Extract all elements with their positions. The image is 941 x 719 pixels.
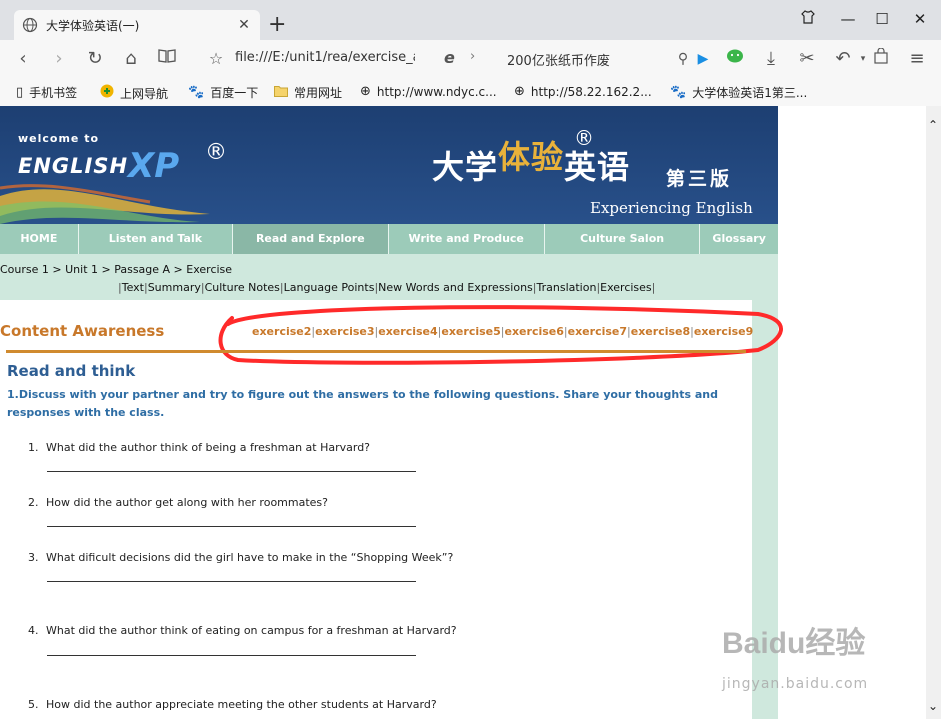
answer-line[interactable]	[47, 471, 416, 472]
answer-line[interactable]	[47, 526, 416, 527]
tab-bar: 大学体验英语(一) ✕ + — ☐ ✕	[0, 0, 941, 40]
maximize-button[interactable]: ☐	[870, 10, 894, 28]
phone-icon: ▯	[16, 85, 24, 100]
reload-icon[interactable]: ↻	[84, 48, 106, 70]
reading-mode-icon[interactable]	[156, 48, 178, 70]
bookmark-item[interactable]: 上网导航	[100, 84, 168, 102]
bookmark-item[interactable]: 🐾 百度一下	[188, 84, 258, 101]
scissors-icon[interactable]: ✂	[796, 48, 818, 70]
subnav-translation[interactable]: Translation	[537, 281, 597, 294]
back-button[interactable]: ‹	[12, 48, 34, 70]
question-item: 4. What did the author think of eating on…	[28, 624, 457, 637]
main-menu: HOME Listen and Talk Read and Explore Wr…	[0, 224, 778, 254]
globe-icon	[22, 17, 38, 33]
wechat-icon[interactable]	[724, 48, 746, 70]
new-tab-button[interactable]: +	[268, 12, 286, 38]
hot-search-text[interactable]: 200亿张纸币作废	[507, 50, 610, 69]
banner-subtitle: Experiencing English	[590, 199, 753, 217]
globe-icon: ⊕	[360, 84, 371, 99]
answer-line[interactable]	[47, 655, 416, 656]
bookmark-item[interactable]: ⊕ http://www.ndyc.c...	[360, 84, 497, 99]
scroll-down-icon[interactable]: ⌄	[928, 699, 938, 713]
shirt-icon[interactable]	[796, 10, 820, 28]
address-bar[interactable]: file:///E:/unit1/rea/exercise_a	[235, 50, 415, 65]
question-item: 1. What did the author think of being a f…	[28, 441, 371, 454]
subnav-language-points[interactable]: Language Points	[284, 281, 375, 294]
baidu-watermark: Baidu经验 jingyan.baidu.com	[722, 618, 867, 692]
instruction-text: 1.Discuss with your partner and try to f…	[7, 388, 718, 419]
download-icon[interactable]: ⤓	[760, 48, 782, 70]
menu-read-and-explore[interactable]: Read and Explore	[233, 224, 389, 254]
bag-icon[interactable]	[870, 47, 892, 70]
bookmark-item[interactable]: 🐾 大学体验英语1第三...	[670, 84, 807, 101]
watermark-logo: Baidu经验	[722, 627, 866, 660]
globe-icon: ⊕	[514, 84, 525, 99]
edition-text: 第三版	[666, 168, 733, 190]
close-window-button[interactable]: ✕	[908, 10, 932, 28]
answer-line[interactable]	[47, 581, 416, 582]
question-item: 5. How did the author appreciate meeting …	[28, 698, 437, 711]
menu-culture-salon[interactable]: Culture Salon	[545, 224, 701, 254]
scroll-up-icon[interactable]: ⌃	[928, 118, 938, 132]
forward-button[interactable]: ›	[48, 48, 70, 70]
subnav-summary[interactable]: Summary	[148, 281, 201, 294]
folder-icon	[274, 85, 288, 101]
read-and-think-heading: Read and think	[7, 362, 136, 380]
close-tab-icon[interactable]: ✕	[236, 17, 252, 33]
paw-icon: 🐾	[188, 85, 205, 100]
swoosh-decoration	[0, 184, 210, 224]
subnav-new-words[interactable]: New Words and Expressions	[378, 281, 533, 294]
bookmark-item[interactable]: 常用网址	[274, 84, 342, 101]
play-icon[interactable]: ▶	[692, 48, 714, 70]
undo-icon[interactable]: ↶	[832, 48, 854, 70]
bookmark-item[interactable]: ⊕ http://58.22.162.2...	[514, 84, 652, 99]
navigation-icon	[100, 84, 114, 102]
menu-listen-and-talk[interactable]: Listen and Talk	[79, 224, 234, 254]
site-banner: welcome to ENGLISH XP ® ® 大学体验英语 第三版 Exp…	[0, 106, 778, 224]
watermark-url: jingyan.baidu.com	[722, 676, 869, 692]
ie-mode-icon[interactable]: e	[444, 48, 455, 67]
divider-line	[6, 350, 746, 353]
home-icon[interactable]: ⌂	[120, 48, 142, 70]
bookmark-item[interactable]: ▯ 手机书签	[16, 84, 77, 101]
chinese-title: 大学体验英语	[432, 138, 631, 186]
subnav-text[interactable]: Text	[122, 281, 144, 294]
subnav-exercises[interactable]: Exercises	[600, 281, 652, 294]
menu-write-and-produce[interactable]: Write and Produce	[389, 224, 545, 254]
question-item: 2. How did the author get along with her …	[28, 496, 328, 509]
welcome-text: welcome to	[18, 132, 100, 145]
navigation-bar: ‹ › ↻ ⌂ ☆ file:///E:/unit1/rea/exercise_…	[0, 40, 941, 78]
browser-tab[interactable]: 大学体验英语(一) ✕	[14, 10, 260, 40]
bookmarks-bar: ▯ 手机书签 上网导航 🐾 百度一下 常用网址 ⊕ http://www.ndy…	[0, 78, 941, 107]
search-icon[interactable]: ⚲	[672, 48, 694, 70]
menu-glossary[interactable]: Glossary	[700, 224, 778, 254]
chevron-right-icon[interactable]: ›	[470, 49, 475, 64]
subnav-culture-notes[interactable]: Culture Notes	[205, 281, 280, 294]
vertical-scrollbar[interactable]: ⌃ ⌄	[926, 106, 941, 719]
breadcrumb: Course 1 > Unit 1 > Passage A > Exercise	[0, 263, 233, 276]
registered-mark: ®	[205, 140, 227, 165]
red-annotation-circle	[218, 305, 783, 365]
favorite-star-icon[interactable]: ☆	[205, 48, 227, 70]
paw-icon: 🐾	[670, 85, 687, 100]
question-item: 3. What dificult decisions did the girl h…	[28, 551, 454, 564]
tab-title: 大学体验英语(一)	[46, 18, 140, 33]
menu-home[interactable]: HOME	[0, 224, 79, 254]
section-heading: Content Awareness	[0, 322, 165, 340]
sub-navigation: |Text|Summary|Culture Notes|Language Poi…	[118, 281, 656, 294]
menu-icon[interactable]: ≡	[906, 48, 928, 70]
minimize-button[interactable]: —	[836, 10, 860, 28]
